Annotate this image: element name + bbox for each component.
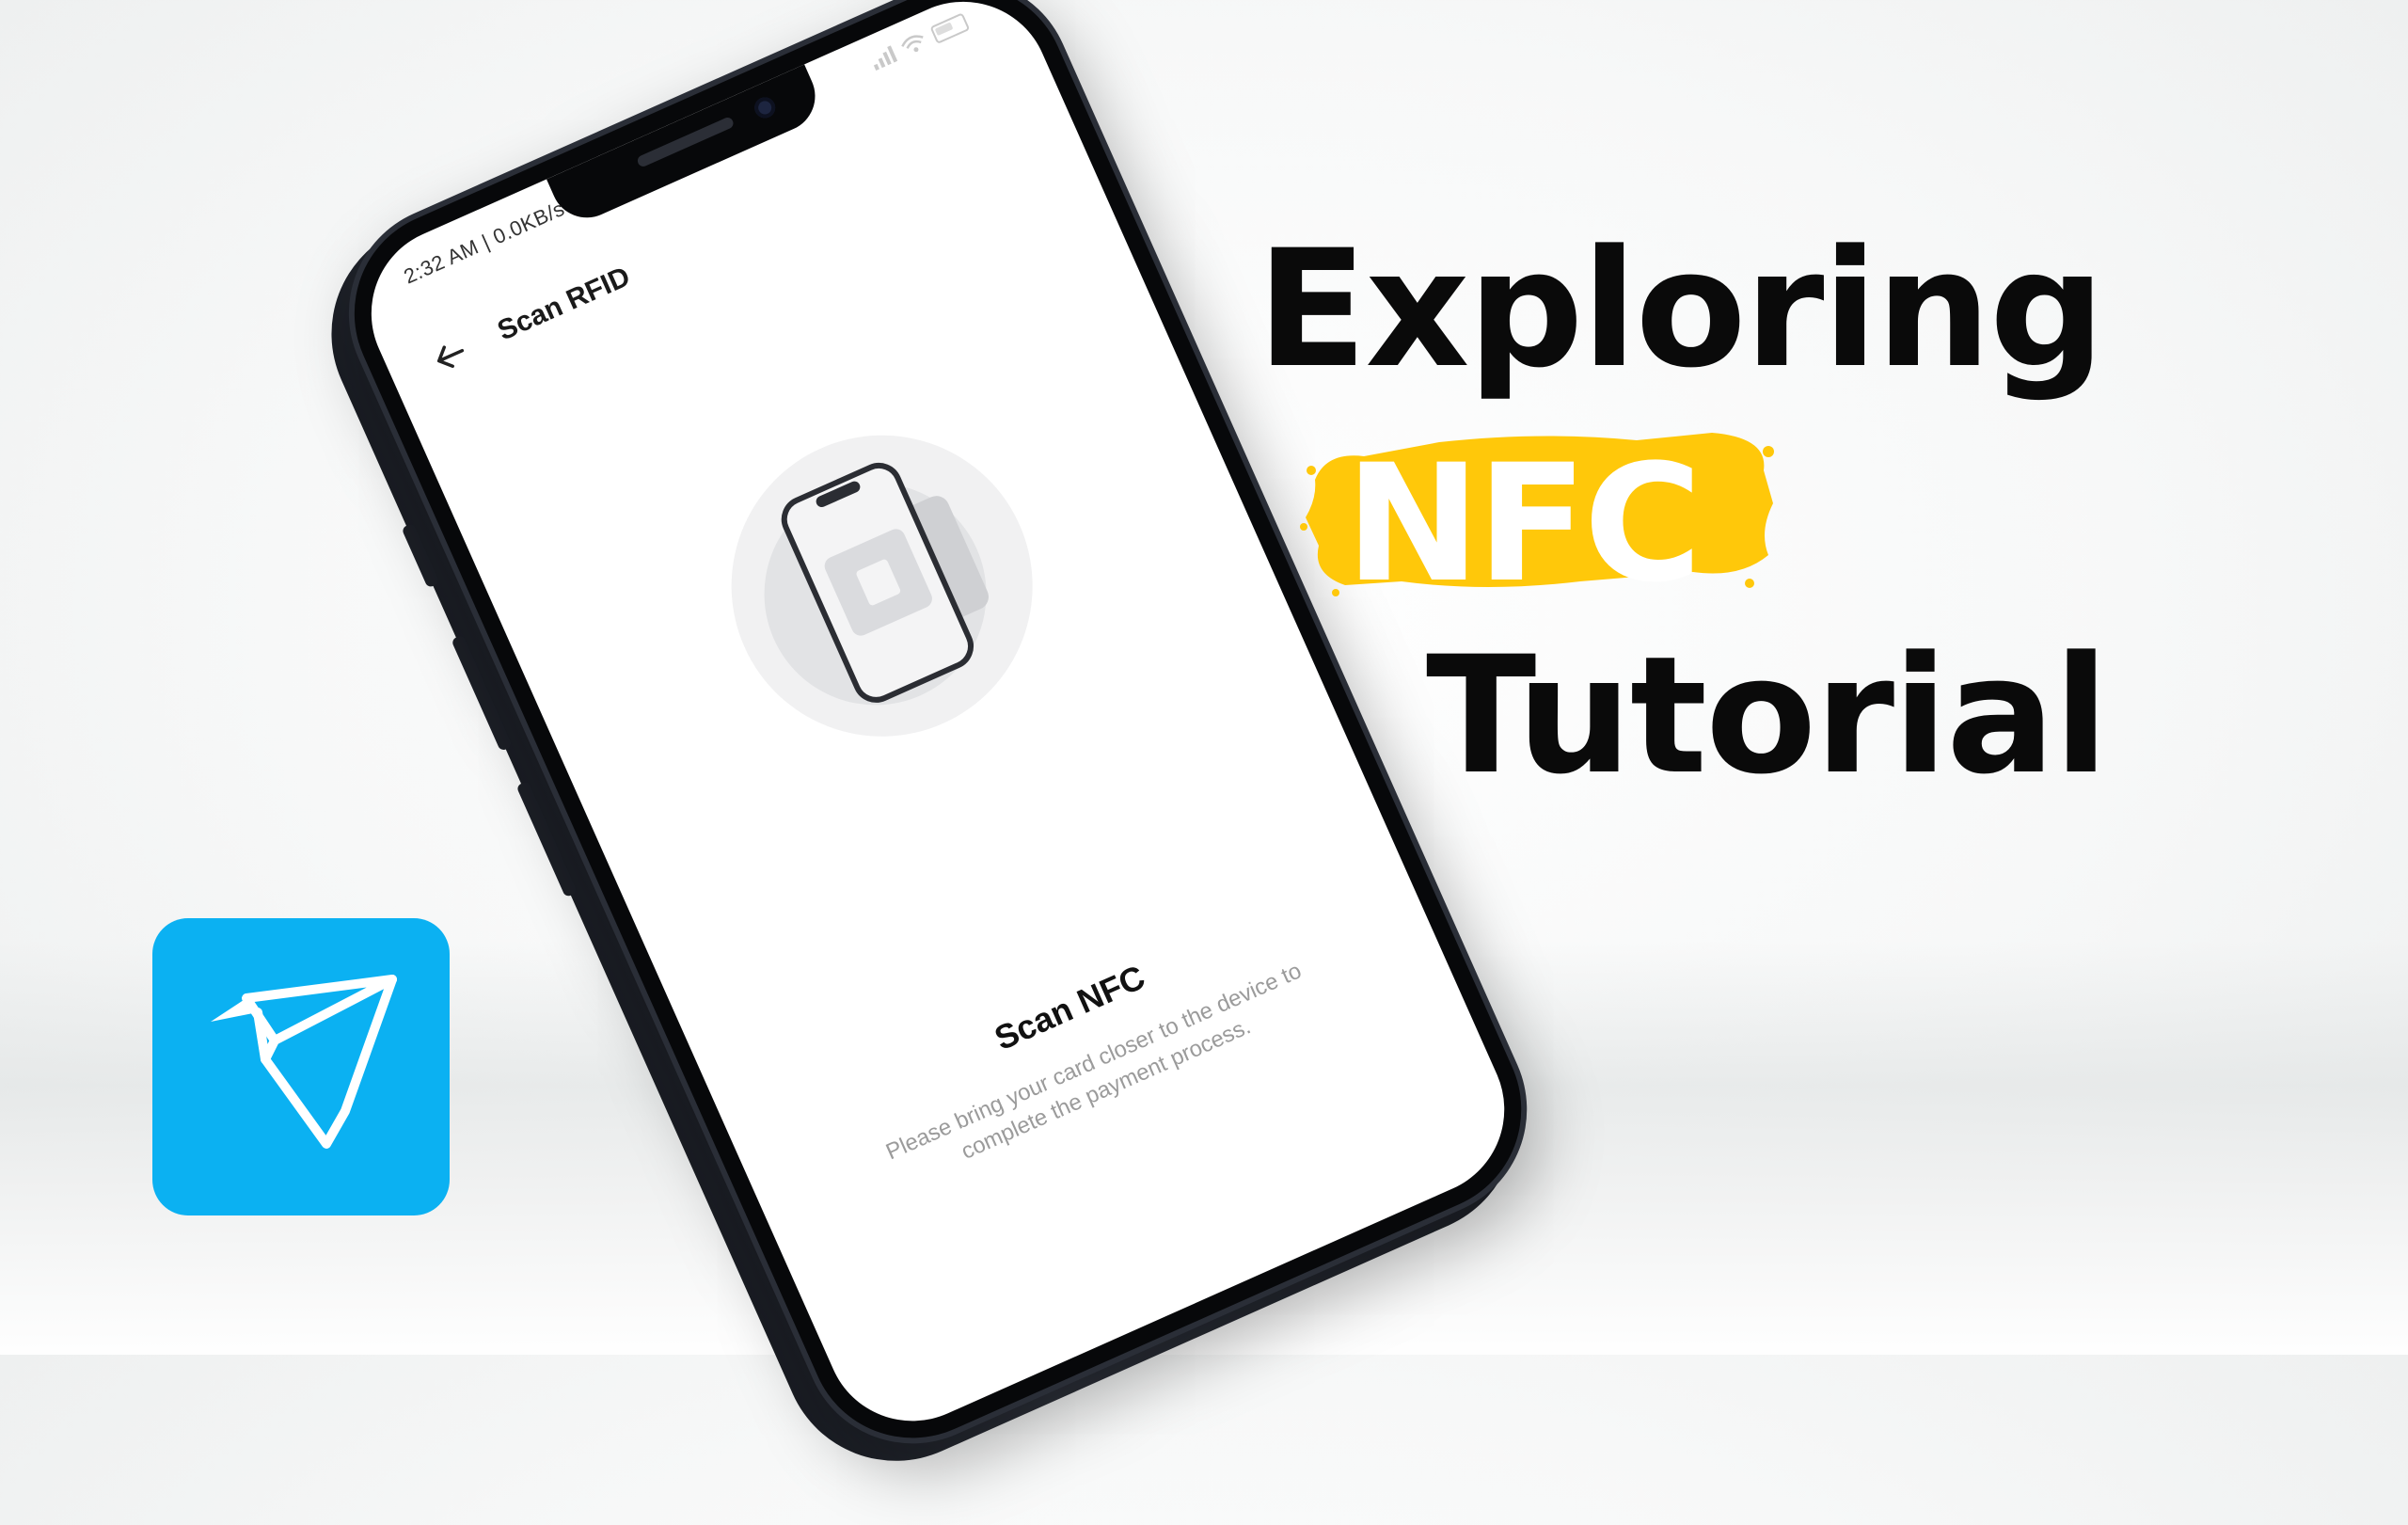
headline-exploring: Exploring (1257, 214, 2105, 404)
bird-logo-icon (211, 975, 397, 1149)
page-title: Scan RFID (493, 261, 635, 347)
battery-icon (929, 12, 971, 45)
headline-tutorial: Tutorial (1426, 621, 2109, 810)
headline-nfc: NFC (1345, 429, 1703, 618)
phone-card-tap-icon (731, 435, 1033, 737)
wifi-icon (901, 35, 924, 53)
back-arrow-icon[interactable] (423, 330, 476, 381)
app-logo (152, 918, 450, 1215)
front-camera (751, 93, 779, 121)
signal-icon (869, 45, 898, 71)
